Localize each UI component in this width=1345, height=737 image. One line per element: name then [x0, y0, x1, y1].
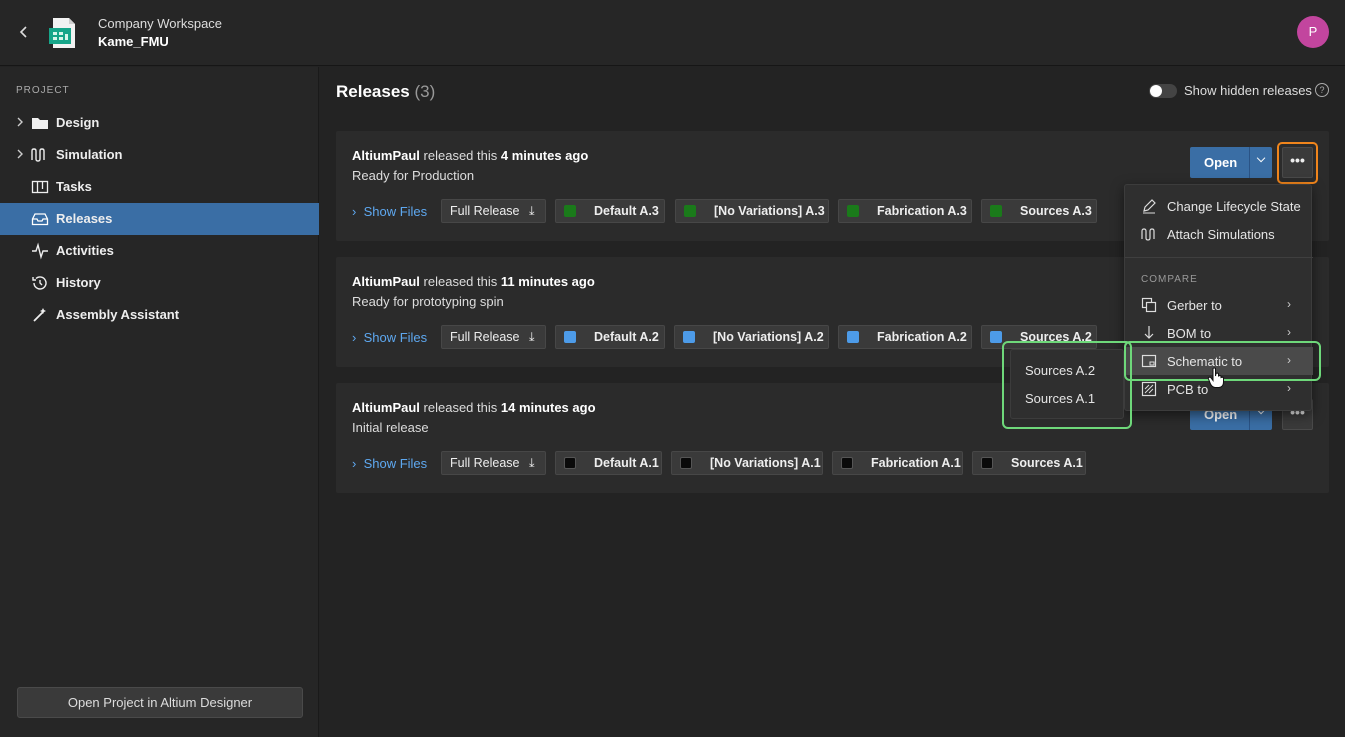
board-icon	[31, 178, 49, 196]
status-swatch	[847, 331, 859, 343]
top-bar: Company Workspace Kame_FMU P	[0, 0, 1345, 66]
pcb-icon	[1141, 381, 1157, 397]
status-swatch	[683, 331, 695, 343]
sidebar-item-releases[interactable]: Releases	[0, 203, 319, 235]
release-chip[interactable]: [No Variations] A.2	[674, 325, 829, 349]
status-swatch	[684, 205, 696, 217]
menu-item-change-lifecycle[interactable]: Change Lifecycle State	[1125, 192, 1313, 220]
help-icon[interactable]: ?	[1315, 83, 1329, 97]
release-author-line: AltiumPaul released this 11 minutes ago	[352, 274, 595, 289]
status-swatch	[564, 457, 576, 469]
sidebar-item-label: Assembly Assistant	[56, 307, 180, 322]
inbox-icon	[31, 210, 49, 228]
pencil-icon	[1141, 198, 1157, 214]
download-icon	[1141, 325, 1157, 341]
release-note: Initial release	[352, 420, 429, 435]
status-swatch	[990, 205, 1002, 217]
folder-icon	[31, 114, 49, 132]
sidebar: PROJECT Design Simulation Tasks Releases…	[0, 67, 319, 737]
chevron-right-icon: ›	[1287, 297, 1291, 311]
sidebar-item-history[interactable]: History	[0, 267, 319, 299]
chevron-right-icon[interactable]	[15, 116, 27, 131]
full-release-button[interactable]: Full Release ⤓	[441, 451, 546, 475]
layers-icon	[1141, 297, 1157, 313]
wand-icon	[31, 306, 49, 324]
release-chip[interactable]: Fabrication A.2	[838, 325, 972, 349]
chevron-right-icon: ›	[1287, 325, 1291, 339]
sidebar-section-project: PROJECT	[16, 85, 70, 96]
sidebar-item-tasks[interactable]: Tasks	[0, 171, 319, 203]
chevron-down-icon[interactable]: ⌵	[1252, 153, 1270, 166]
status-swatch	[564, 205, 576, 217]
chevron-right-icon: ›	[1287, 381, 1291, 395]
sidebar-item-label: Releases	[56, 211, 113, 226]
status-swatch	[847, 205, 859, 217]
full-release-button[interactable]: Full Release ⤓	[441, 325, 546, 349]
release-note: Ready for Production	[352, 168, 475, 183]
menu-divider	[1125, 257, 1313, 258]
show-files-link[interactable]: › Show Files	[352, 204, 427, 219]
download-icon: ⤓	[528, 330, 535, 344]
status-swatch	[981, 457, 993, 469]
sidebar-item-label: Simulation	[56, 147, 123, 162]
release-chip[interactable]: Sources A.3	[981, 199, 1097, 223]
release-author-line: AltiumPaul released this 14 minutes ago	[352, 400, 596, 415]
show-files-link[interactable]: › Show Files	[352, 456, 427, 471]
highlight-submenu	[1002, 341, 1132, 429]
release-chip[interactable]: Default A.2	[555, 325, 665, 349]
sidebar-item-simulation[interactable]: Simulation	[0, 139, 319, 171]
compare-header: COMPARE	[1141, 274, 1198, 285]
release-chip[interactable]: Default A.3	[555, 199, 665, 223]
download-icon: ⤓	[528, 204, 535, 218]
status-swatch	[564, 331, 576, 343]
sidebar-item-label: History	[56, 275, 101, 290]
release-count: (3)	[414, 82, 436, 101]
sidebar-item-label: Activities	[56, 243, 114, 258]
avatar[interactable]: P	[1297, 16, 1329, 48]
release-chip[interactable]: Default A.1	[555, 451, 662, 475]
show-hidden-label: Show hidden releases	[1184, 83, 1312, 98]
release-chip[interactable]: Fabrication A.3	[838, 199, 972, 223]
project-logo	[47, 16, 81, 50]
pulse-icon	[31, 242, 49, 260]
toggle-knob	[1150, 85, 1162, 97]
show-hidden-toggle[interactable]	[1149, 84, 1177, 98]
release-chip[interactable]: [No Variations] A.3	[675, 199, 829, 223]
show-files-link[interactable]: › Show Files	[352, 330, 427, 345]
hand-cursor-icon	[1207, 367, 1225, 389]
workspace-name: Company Workspace	[98, 16, 223, 31]
open-button[interactable]: Open ⌵	[1190, 147, 1272, 178]
sidebar-item-activities[interactable]: Activities	[0, 235, 319, 267]
highlight-more-button	[1277, 142, 1318, 184]
sidebar-item-label: Tasks	[56, 179, 92, 194]
release-chip[interactable]: [No Variations] A.1	[671, 451, 823, 475]
open-in-altium-designer-button[interactable]: Open Project in Altium Designer	[17, 687, 303, 718]
status-swatch	[841, 457, 853, 469]
sidebar-item-label: Design	[56, 115, 100, 130]
waveform-icon	[31, 146, 49, 164]
project-name: Kame_FMU	[98, 34, 169, 49]
full-release-button[interactable]: Full Release ⤓	[441, 199, 546, 223]
download-icon: ⤓	[528, 456, 535, 470]
status-swatch	[990, 331, 1002, 343]
release-chip[interactable]: Fabrication A.1	[832, 451, 963, 475]
status-swatch	[680, 457, 692, 469]
menu-item-gerber-to[interactable]: Gerber to ›	[1125, 291, 1313, 319]
page-title: Releases (3)	[336, 82, 436, 101]
release-author-line: AltiumPaul released this 4 minutes ago	[352, 148, 589, 163]
release-note: Ready for prototyping spin	[352, 294, 504, 309]
chevron-right-icon[interactable]	[15, 148, 27, 163]
app-window: Company Workspace Kame_FMU P PROJECT Des…	[0, 0, 1345, 737]
menu-item-attach-simulations[interactable]: Attach Simulations	[1125, 220, 1313, 248]
sidebar-item-assembly-assistant[interactable]: Assembly Assistant	[0, 299, 319, 331]
waveform-icon	[1141, 226, 1157, 242]
release-chip[interactable]: Sources A.1	[972, 451, 1086, 475]
sidebar-item-design[interactable]: Design	[0, 107, 319, 139]
chevron-left-icon[interactable]	[16, 22, 32, 42]
history-icon	[31, 274, 49, 292]
